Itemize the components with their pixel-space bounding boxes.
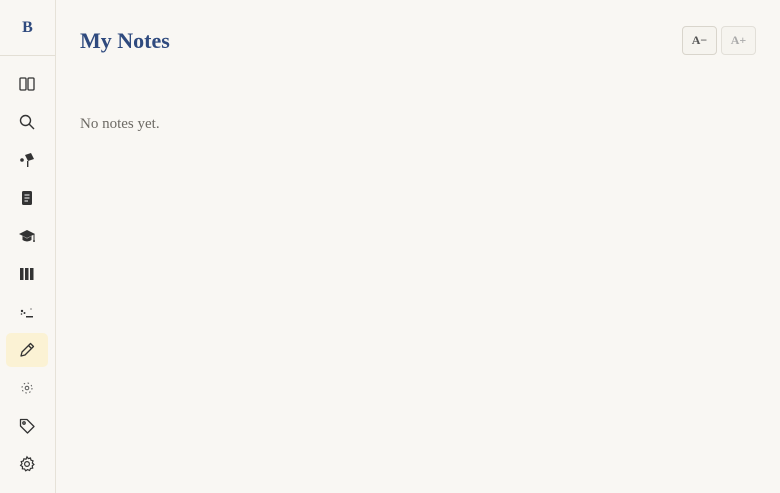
sparkle-icon [18,303,36,321]
tag-icon [18,417,36,435]
sidebar-item-notes[interactable] [6,333,48,367]
sidebar-item-settings[interactable] [6,447,48,481]
sidebar-item-book[interactable] [6,67,48,101]
book-icon [18,75,36,93]
sidebar-item-terminal[interactable] [6,295,48,329]
sidebar-item-search[interactable] [6,105,48,139]
empty-state-message: No notes yet. [80,116,160,132]
library-icon [18,265,36,283]
app-logo[interactable]: B [0,0,55,56]
sidebar-item-library[interactable] [6,257,48,291]
app-window: B My Notes A− A+ No notes yet. [0,0,780,493]
telescope-icon [18,151,36,169]
font-size-controls: A− A+ [682,26,756,55]
page-title: My Notes [80,28,170,53]
pencil-icon [18,341,36,359]
search-icon [18,113,36,131]
orbit-icon [18,379,36,397]
sidebar-item-learn[interactable] [6,219,48,253]
document-icon [18,189,36,207]
sidebar-item-explore[interactable] [6,143,48,177]
font-increase-button[interactable]: A+ [721,26,756,55]
font-decrease-button[interactable]: A− [682,26,717,55]
sidebar: B [0,0,56,493]
sidebar-nav [0,67,55,485]
graduation-cap-icon [18,227,36,245]
gear-icon [18,455,36,473]
sidebar-item-graph[interactable] [6,371,48,405]
sidebar-item-tags[interactable] [6,409,48,443]
main-content: My Notes A− A+ No notes yet. [56,0,780,493]
sidebar-item-document[interactable] [6,181,48,215]
